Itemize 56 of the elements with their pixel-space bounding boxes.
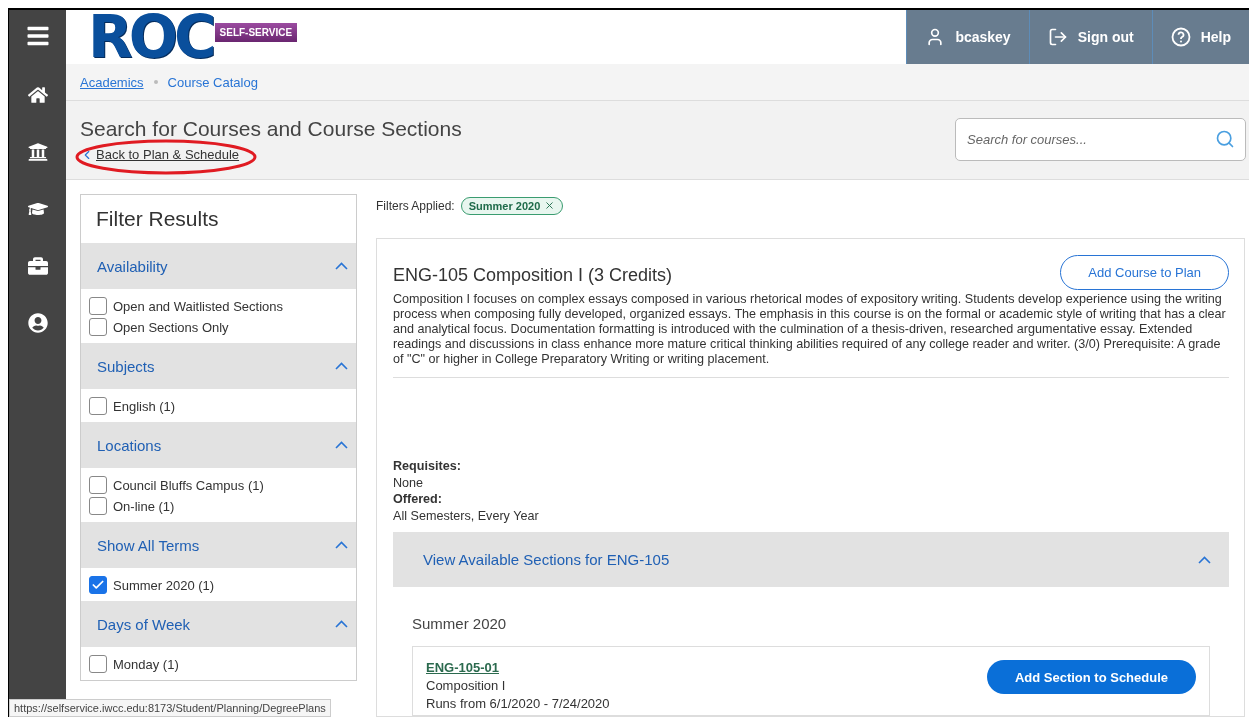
- status-url-tooltip: https://selfservice.iwcc.edu:8173/Student/Planning/DegreePlans: [9, 699, 331, 717]
- requisites-value: None: [393, 474, 425, 491]
- checkbox[interactable]: [89, 476, 107, 494]
- separator-dot: [153, 80, 158, 84]
- sign-out-icon: [1047, 27, 1068, 47]
- chevron-up-icon: [1198, 555, 1211, 564]
- menu-icon[interactable]: [25, 24, 50, 48]
- course-description: Composition I focuses on complex essays composed in various rhetorical modes of expository writing. Students develop experience using the writing process when composing fully developed, organized essays. The emphasis in this course is on the formal or academic style of writing that has a clear and analytical focus. Documentation formatting is introduced with the culmination of a thesis-driven, researched argumentative essay. Extended readings and discussions in class enhance more mature critical thinking abilities required of any college reader and writer. (3/0) Prerequisite: A grade of "C" or higher in College Preparatory Writing or writing placement.: [393, 292, 1229, 378]
- term-heading: Summer 2020: [412, 615, 508, 632]
- checkbox-label: Council Bluffs Campus (1): [113, 477, 264, 493]
- filter-group-header[interactable]: Locations: [81, 422, 356, 468]
- sections-header[interactable]: View Available Sections for ENG-105: [393, 532, 1229, 587]
- checkbox-label: Open Sections Only: [113, 319, 229, 335]
- offered-value: All Semesters, Every Year: [393, 507, 540, 524]
- chevron-up-icon: [335, 541, 348, 549]
- checkbox[interactable]: [89, 318, 107, 336]
- filter-group-header[interactable]: Show All Terms: [81, 522, 356, 568]
- filter-group-header[interactable]: Availability: [81, 243, 356, 289]
- briefcase-icon[interactable]: [27, 256, 48, 276]
- course-title: ENG-105 Composition I (3 Credits): [393, 265, 673, 286]
- add-course-button[interactable]: Add Course to Plan: [1060, 255, 1229, 290]
- building-icon[interactable]: [27, 142, 48, 162]
- filter-chip[interactable]: Summer 2020: [460, 196, 564, 215]
- section-dates: Runs from 6/1/2020 - 7/24/2020: [426, 696, 610, 711]
- chevron-up-icon: [335, 441, 348, 449]
- breadcrumb-link[interactable]: Academics: [80, 74, 144, 90]
- filter-group-header[interactable]: Days of Week: [81, 601, 356, 647]
- checkbox[interactable]: [89, 655, 107, 673]
- checkbox[interactable]: [89, 397, 107, 415]
- chevron-up-icon: [335, 262, 348, 270]
- checkbox-label: English (1): [113, 398, 176, 414]
- home-icon[interactable]: [27, 85, 48, 105]
- filter-group-header[interactable]: Subjects: [81, 343, 356, 389]
- requisites-label: Requisites:: [393, 458, 462, 475]
- checkbox[interactable]: [89, 576, 107, 594]
- close-icon[interactable]: [544, 200, 556, 211]
- page-title: Search for Courses and Course Sections: [80, 117, 462, 141]
- check-icon: [91, 578, 105, 592]
- checkbox-label: Open and Waitlisted Sections: [113, 298, 284, 314]
- breadcrumb-link[interactable]: Course Catalog: [167, 74, 258, 90]
- checkbox[interactable]: [89, 297, 107, 315]
- search-field[interactable]: Search for courses...: [955, 118, 1246, 161]
- checkbox-label: Summer 2020 (1): [113, 577, 215, 593]
- checkbox-label: Monday (1): [113, 656, 179, 672]
- filters-applied-label: Filters Applied:: [376, 198, 455, 213]
- checkbox-label: On-line (1): [113, 498, 175, 514]
- checkbox[interactable]: [89, 497, 107, 515]
- chevron-up-icon: [335, 620, 348, 628]
- offered-label: Offered:: [393, 491, 443, 508]
- section-title: Composition I: [426, 678, 507, 693]
- section-code-link[interactable]: ENG-105-01: [426, 660, 610, 675]
- chevron-up-icon: [335, 362, 348, 370]
- search-icon[interactable]: [1215, 129, 1235, 149]
- help-icon: [1170, 27, 1191, 47]
- add-section-button[interactable]: Add Section to Schedule: [986, 660, 1196, 694]
- filter-title: Filter Results: [95, 206, 220, 232]
